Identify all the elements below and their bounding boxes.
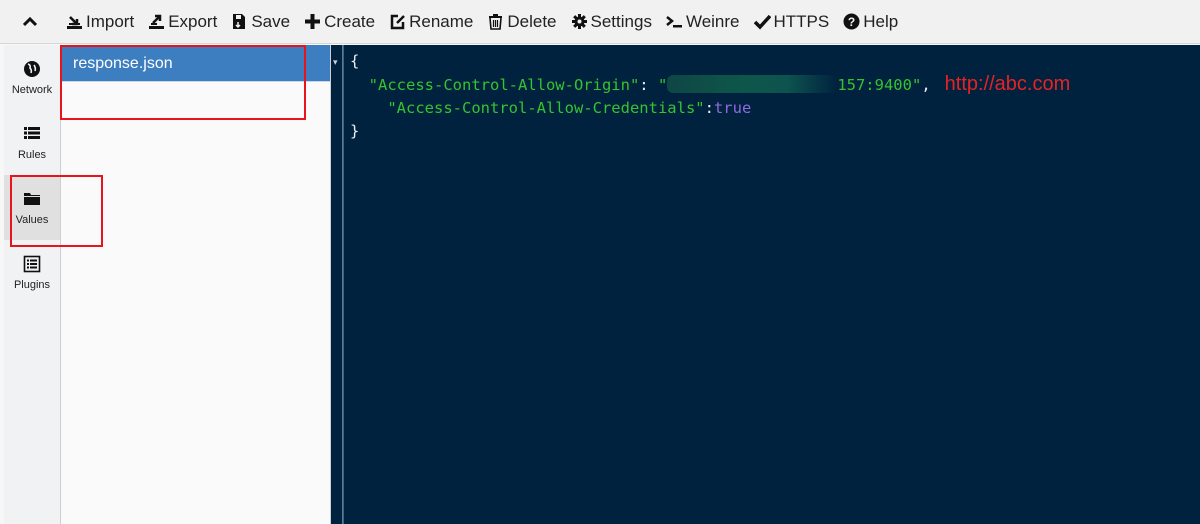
list-icon bbox=[23, 125, 41, 143]
export-label: Export bbox=[168, 11, 218, 31]
svg-text:?: ? bbox=[848, 15, 855, 29]
code-content[interactable]: { "Access-Control-Allow-Origin": " 157:94… bbox=[350, 50, 1070, 143]
check-icon bbox=[753, 13, 771, 30]
https-button[interactable]: HTTPS bbox=[748, 0, 838, 44]
code-line-1: { bbox=[350, 52, 360, 70]
save-button[interactable]: Save bbox=[225, 0, 298, 44]
https-label: HTTPS bbox=[773, 11, 830, 31]
chevron-up-icon bbox=[23, 16, 37, 26]
file-item-response-json[interactable]: response.json bbox=[61, 45, 330, 82]
import-icon bbox=[66, 13, 83, 30]
export-button[interactable]: Export bbox=[142, 0, 225, 44]
sidebar-item-label: Plugins bbox=[13, 278, 51, 291]
fold-toggle-icon[interactable]: ▾ bbox=[333, 57, 338, 68]
annotation-url: http://abc.com bbox=[944, 73, 1071, 95]
folder-icon bbox=[23, 190, 41, 208]
weinre-button[interactable]: Weinre bbox=[660, 0, 748, 44]
create-button[interactable]: Create bbox=[298, 0, 383, 44]
toolbar: Import Export Save Create Rename Delete bbox=[0, 0, 1200, 44]
sidebar-item-network[interactable]: Network bbox=[4, 45, 60, 110]
help-label: Help bbox=[863, 11, 899, 31]
delete-button[interactable]: Delete bbox=[481, 0, 564, 44]
sidebar-item-label: Rules bbox=[17, 148, 47, 161]
sidebar-item-label: Values bbox=[15, 213, 49, 226]
sidebar-item-rules[interactable]: Rules bbox=[4, 110, 60, 175]
edit-icon bbox=[389, 13, 406, 30]
create-label: Create bbox=[324, 11, 376, 31]
json-value-origin: 157:9400" bbox=[837, 76, 922, 94]
plus-icon bbox=[304, 13, 321, 30]
code-line-2: "Access-Control-Allow-Origin": " 157:9400… bbox=[368, 73, 1071, 95]
weinre-label: Weinre bbox=[685, 11, 740, 31]
terminal-icon bbox=[666, 13, 683, 30]
trash-icon bbox=[487, 13, 504, 30]
help-button[interactable]: ? Help bbox=[837, 0, 906, 44]
editor-gutter: ▾ bbox=[331, 45, 343, 524]
sidebar-item-plugins[interactable]: Plugins bbox=[4, 240, 60, 305]
save-icon bbox=[231, 13, 248, 30]
save-label: Save bbox=[251, 11, 291, 31]
code-line-3: "Access-Control-Allow-Credentials":true bbox=[387, 99, 752, 117]
import-button[interactable]: Import bbox=[60, 0, 142, 44]
rename-label: Rename bbox=[409, 11, 474, 31]
delete-label: Delete bbox=[507, 11, 557, 31]
globe-icon bbox=[23, 60, 41, 78]
sidebar-item-values[interactable]: Values bbox=[4, 175, 60, 240]
export-icon bbox=[148, 13, 165, 30]
import-label: Import bbox=[86, 11, 135, 31]
question-circle-icon: ? bbox=[843, 13, 860, 30]
sidebar-item-label: Network bbox=[11, 83, 53, 96]
json-key-origin: "Access-Control-Allow-Origin" bbox=[368, 76, 640, 94]
collapse-button[interactable] bbox=[0, 0, 60, 44]
values-file-list: response.json bbox=[61, 45, 331, 524]
code-editor[interactable]: ▾ { "Access-Control-Allow-Origin": " 157:… bbox=[331, 45, 1200, 524]
json-value-credentials: true bbox=[713, 99, 752, 117]
plugin-list-icon bbox=[23, 255, 41, 273]
sidebar: Network Rules Values Plugins bbox=[0, 45, 61, 524]
gutter-divider bbox=[343, 45, 344, 524]
code-line-4: } bbox=[350, 122, 360, 140]
redacted-value bbox=[667, 75, 838, 93]
rename-button[interactable]: Rename bbox=[383, 0, 481, 44]
settings-button[interactable]: Settings bbox=[565, 0, 660, 44]
settings-label: Settings bbox=[590, 11, 652, 31]
gear-icon bbox=[571, 13, 588, 30]
json-key-credentials: "Access-Control-Allow-Credentials" bbox=[387, 99, 705, 117]
